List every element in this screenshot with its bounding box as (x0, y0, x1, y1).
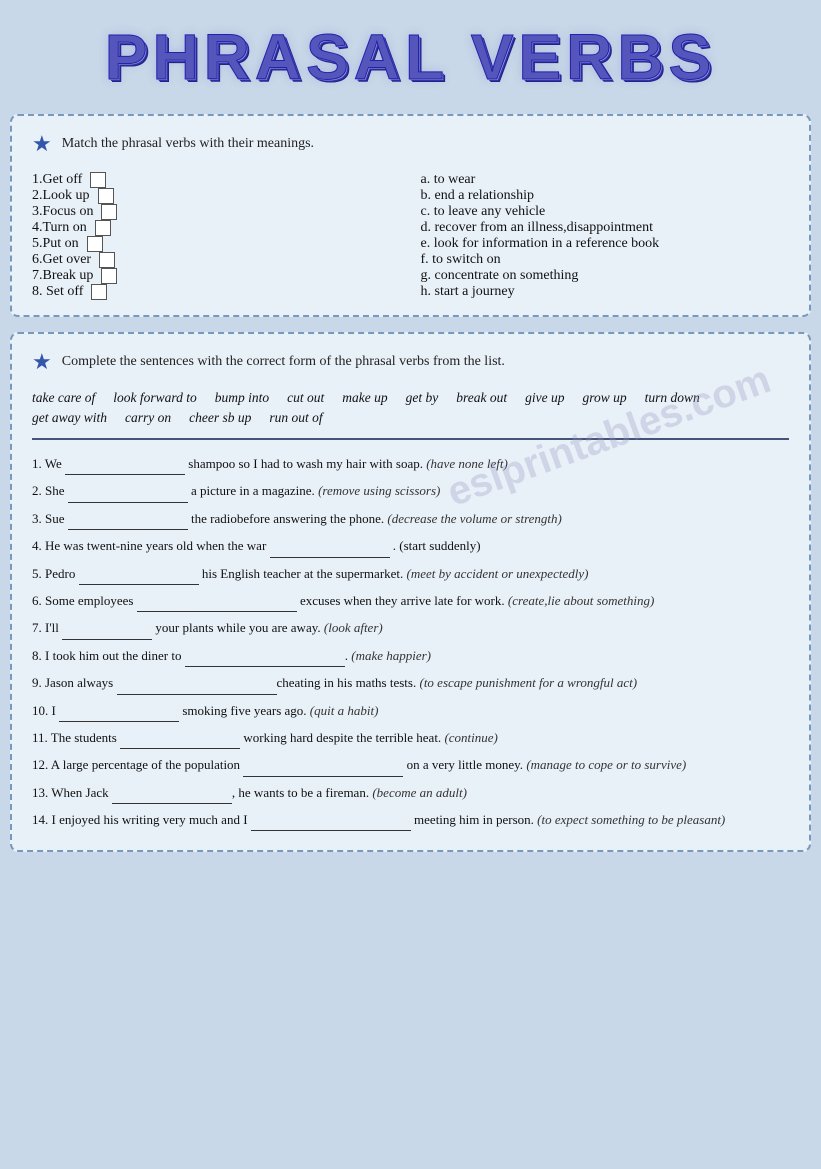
match-grid: 1.Get off 2.Look up 3.Focus on 4.Turn on… (32, 172, 789, 300)
checkbox-5[interactable] (87, 236, 103, 252)
answer-blank-8[interactable] (185, 651, 345, 667)
answer-blank-7[interactable] (62, 624, 152, 640)
list-item: 12. A large percentage of the population… (32, 753, 789, 776)
word-bank-item: give up (525, 390, 564, 406)
list-item: 2. She a picture in a magazine. (remove … (32, 479, 789, 502)
answer-blank-5[interactable] (79, 569, 199, 585)
checkbox-6[interactable] (99, 252, 115, 268)
list-item: f. to switch on (421, 252, 790, 268)
list-item: 8. Set off (32, 284, 401, 300)
divider (32, 438, 789, 440)
list-item: 3.Focus on (32, 204, 401, 220)
word-bank-item: take care of (32, 390, 95, 406)
page-title: PHRASAL VERBS (10, 20, 811, 94)
list-item: 9. Jason always cheating in his maths te… (32, 671, 789, 694)
list-item: 7. I'll your plants while you are away. … (32, 616, 789, 639)
word-bank-item: cut out (287, 390, 324, 406)
answer-blank-11[interactable] (120, 733, 240, 749)
word-bank-item: run out of (269, 410, 322, 426)
checkbox-1[interactable] (90, 172, 106, 188)
list-item: 3. Sue the radiobefore answering the pho… (32, 507, 789, 530)
list-item: 14. I enjoyed his writing very much and … (32, 808, 789, 831)
word-bank-item: look forward to (113, 390, 197, 406)
section1-instruction-text: Match the phrasal verbs with their meani… (62, 136, 314, 152)
answer-blank-10[interactable] (59, 706, 179, 722)
list-item: g. concentrate on something (421, 268, 790, 284)
verbs-column: 1.Get off 2.Look up 3.Focus on 4.Turn on… (32, 172, 401, 300)
star-icon-2: ★ (32, 349, 52, 375)
list-item: h. start a journey (421, 284, 790, 300)
section2-box: ★ Complete the sentences with the correc… (10, 332, 811, 852)
list-item: 4.Turn on (32, 220, 401, 236)
answer-blank-12[interactable] (243, 761, 403, 777)
list-item: 6.Get over (32, 252, 401, 268)
checkbox-4[interactable] (95, 220, 111, 236)
word-bank-item: carry on (125, 410, 171, 426)
section2-instruction: ★ Complete the sentences with the correc… (32, 349, 789, 375)
section2-instruction-text: Complete the sentences with the correct … (62, 354, 505, 370)
list-item: 5.Put on (32, 236, 401, 252)
sentences-list: 1. We shampoo so I had to wash my hair w… (32, 452, 789, 831)
answer-blank-2[interactable] (68, 487, 188, 503)
star-icon: ★ (32, 131, 52, 157)
word-bank-item: bump into (215, 390, 269, 406)
list-item: c. to leave any vehicle (421, 204, 790, 220)
list-item: 2.Look up (32, 188, 401, 204)
answer-blank-4[interactable] (270, 542, 390, 558)
checkbox-8[interactable] (91, 284, 107, 300)
list-item: 10. I smoking five years ago. (quit a ha… (32, 699, 789, 722)
meanings-column: a. to wear b. end a relationship c. to l… (421, 172, 790, 300)
word-bank-item: cheer sb up (189, 410, 251, 426)
checkbox-7[interactable] (101, 268, 117, 284)
list-item: 8. I took him out the diner to . (make h… (32, 644, 789, 667)
list-item: a. to wear (421, 172, 790, 188)
list-item: b. end a relationship (421, 188, 790, 204)
word-bank-item: get by (406, 390, 439, 406)
checkbox-2[interactable] (98, 188, 114, 204)
section1-instruction: ★ Match the phrasal verbs with their mea… (32, 131, 789, 157)
word-bank-item: break out (456, 390, 507, 406)
word-bank-item: make up (342, 390, 387, 406)
list-item: 6. Some employees excuses when they arri… (32, 589, 789, 612)
answer-blank-13[interactable] (112, 788, 232, 804)
answer-blank-6[interactable] (137, 596, 297, 612)
answer-blank-14[interactable] (251, 815, 411, 831)
list-item: 4. He was twent-nine years old when the … (32, 534, 789, 557)
checkbox-3[interactable] (101, 204, 117, 220)
list-item: 7.Break up (32, 268, 401, 284)
list-item: 11. The students working hard despite th… (32, 726, 789, 749)
list-item: 1. We shampoo so I had to wash my hair w… (32, 452, 789, 475)
list-item: 5. Pedro his English teacher at the supe… (32, 562, 789, 585)
answer-blank-3[interactable] (68, 514, 188, 530)
list-item: d. recover from an illness,disappointmen… (421, 220, 790, 236)
answer-blank-9[interactable] (117, 679, 277, 695)
answer-blank-1[interactable] (65, 459, 185, 475)
word-bank-item: turn down (645, 390, 700, 406)
list-item: 13. When Jack , he wants to be a fireman… (32, 781, 789, 804)
word-bank: take care of look forward to bump into c… (32, 390, 789, 426)
page-title-container: PHRASAL VERBS (10, 10, 811, 114)
list-item: e. look for information in a reference b… (421, 236, 790, 252)
word-bank-item: grow up (583, 390, 627, 406)
section1-box: ★ Match the phrasal verbs with their mea… (10, 114, 811, 317)
word-bank-item: get away with (32, 410, 107, 426)
list-item: 1.Get off (32, 172, 401, 188)
